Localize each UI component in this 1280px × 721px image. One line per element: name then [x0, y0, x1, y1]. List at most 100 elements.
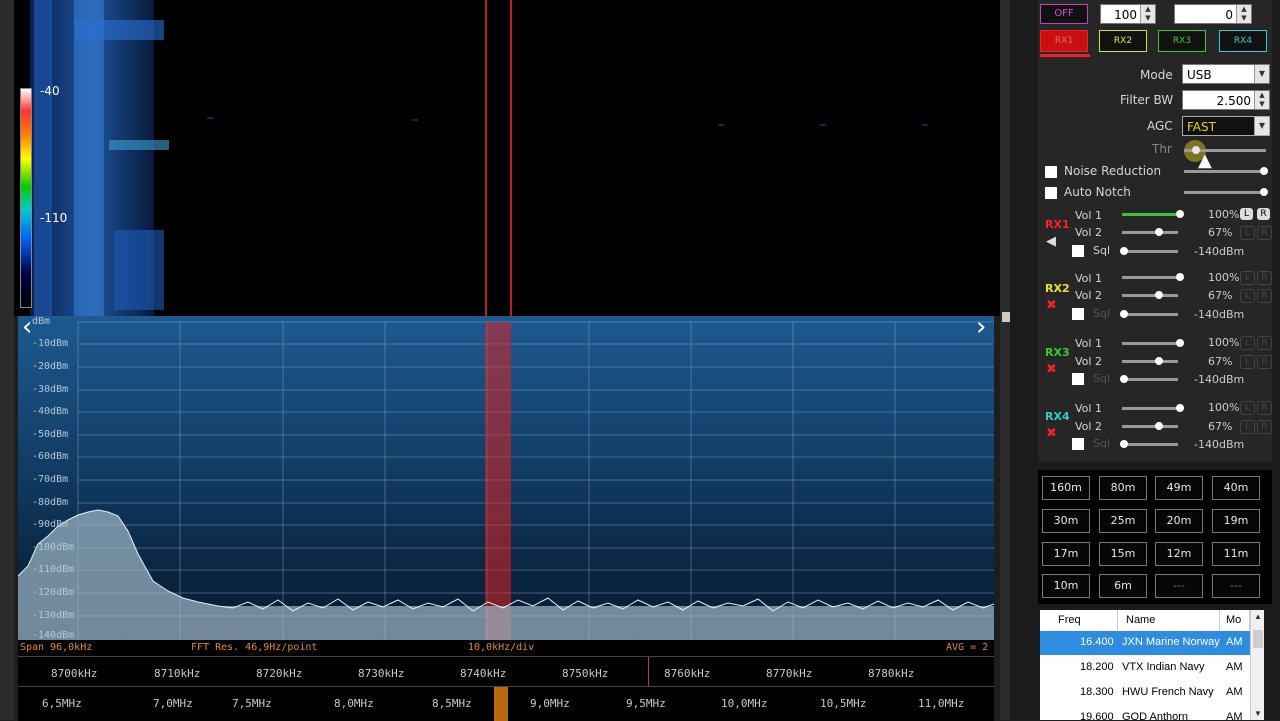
table-row[interactable]: 19.600 GQD Anthorn AM — [1040, 706, 1250, 720]
right-channel-toggle[interactable]: R — [1257, 401, 1272, 415]
band-30m-button[interactable]: 30m — [1042, 509, 1090, 533]
rx1-vol2-slider-knob[interactable] — [1155, 228, 1163, 236]
band-19m-button[interactable]: 19m — [1212, 509, 1260, 533]
rx4-sql-slider-track[interactable] — [1122, 443, 1178, 446]
left-channel-toggle[interactable]: L — [1240, 289, 1255, 303]
rx4-vol1-slider-knob[interactable] — [1176, 404, 1184, 412]
freq-column-header[interactable]: Freq — [1052, 610, 1118, 630]
band-17m-button[interactable]: 17m — [1042, 542, 1090, 566]
value-field-1[interactable]: 100 ▲ ▼ — [1100, 4, 1156, 24]
right-channel-toggle[interactable]: R — [1257, 336, 1272, 350]
filter-bw-field[interactable]: 2.500 ▲ ▼ — [1182, 90, 1270, 110]
rx4-squelch-checkbox[interactable] — [1072, 438, 1084, 450]
splitter-handle[interactable] — [1002, 312, 1010, 322]
band-6m-button[interactable]: 6m — [1099, 574, 1147, 598]
rx3-squelch-checkbox[interactable] — [1072, 373, 1084, 385]
rx2-vol2-slider-track[interactable] — [1122, 294, 1178, 297]
rx4-vol2-slider-track[interactable] — [1122, 425, 1178, 428]
waterfall-display[interactable] — [14, 0, 1000, 316]
left-channel-toggle[interactable]: L — [1240, 226, 1255, 240]
rx3-sql-slider-track[interactable] — [1122, 378, 1178, 381]
auto-notch-slider-knob[interactable] — [1260, 188, 1268, 196]
rx1-vol1-slider-track[interactable] — [1122, 213, 1178, 216]
spin-arrows-icon[interactable]: ▲ ▼ — [1140, 5, 1155, 23]
left-channel-toggle[interactable]: L — [1240, 271, 1255, 285]
right-channel-toggle[interactable]: R — [1257, 289, 1272, 303]
spin-arrows-icon[interactable]: ▲ ▼ — [1254, 91, 1269, 109]
rx4-button[interactable]: RX4 — [1219, 30, 1267, 52]
rx3-sql-slider-knob[interactable] — [1120, 375, 1128, 383]
rx2-vol1-slider-track[interactable] — [1122, 276, 1178, 279]
visible-span-marker[interactable] — [494, 687, 508, 721]
rx1-vol1-slider-knob[interactable] — [1176, 210, 1184, 218]
rx4-vol1-slider-track[interactable] — [1122, 407, 1178, 410]
band-160m-button[interactable]: 160m — [1042, 476, 1090, 500]
table-row[interactable]: 18.300 HWU French Navy AM — [1040, 681, 1250, 705]
agc-select[interactable]: FAST ▼ — [1182, 116, 1270, 136]
band-49m-button[interactable]: 49m — [1155, 476, 1203, 500]
noise-reduction-checkbox[interactable] — [1045, 166, 1057, 178]
band-12m-button[interactable]: 12m — [1155, 542, 1203, 566]
scroll-left-icon[interactable]: ‹ — [22, 316, 32, 342]
noise-reduction-slider-track[interactable] — [1184, 170, 1266, 173]
name-column-header[interactable]: Name — [1120, 610, 1220, 630]
left-channel-toggle[interactable]: L — [1240, 420, 1255, 434]
band-15m-button[interactable]: 15m — [1099, 542, 1147, 566]
rx4-sql-slider-knob[interactable] — [1120, 440, 1128, 448]
off-button[interactable]: OFF — [1040, 4, 1088, 24]
rx3-vol1-slider-knob[interactable] — [1176, 339, 1184, 347]
right-channel-toggle[interactable]: R — [1257, 271, 1272, 285]
mode-column-header[interactable]: Mo — [1220, 610, 1250, 630]
value-field-2[interactable]: 0 ▲ ▼ — [1174, 4, 1252, 24]
noise-reduction-slider-knob[interactable] — [1260, 167, 1268, 175]
rx3-vol2-slider-knob[interactable] — [1155, 357, 1163, 365]
rx2-sql-slider-knob[interactable] — [1120, 310, 1128, 318]
band-40m-button[interactable]: 40m — [1212, 476, 1260, 500]
rx3-vol2-slider-track[interactable] — [1122, 360, 1178, 363]
scroll-up-icon[interactable]: ▲ — [1254, 612, 1262, 621]
band-empty-button[interactable]: --- — [1212, 574, 1260, 598]
right-channel-toggle[interactable]: R — [1257, 420, 1272, 434]
table-row[interactable]: 18.200 VTX Indian Navy AM — [1040, 656, 1250, 680]
band-empty-button[interactable]: --- — [1155, 574, 1203, 598]
coarse-frequency-scale[interactable]: 6,5MHz 7,0MHz 7,5MHz 8,0MHz 8,5MHz 9,0MH… — [18, 686, 994, 721]
fine-frequency-scale[interactable]: 8700kHz 8710kHz 8720kHz 8730kHz 8740kHz … — [18, 656, 994, 687]
band-80m-button[interactable]: 80m — [1099, 476, 1147, 500]
rx1-vol2-slider-track[interactable] — [1122, 231, 1178, 234]
left-channel-toggle[interactable]: L — [1240, 336, 1255, 350]
frequency-list[interactable]: Freq Name Mo 16.400 JXN Marine Norway AM… — [1040, 610, 1264, 720]
rx3-vol1-slider-track[interactable] — [1122, 342, 1178, 345]
rx1-button[interactable]: RX1 — [1040, 30, 1088, 52]
table-row[interactable]: 16.400 JXN Marine Norway AM — [1040, 631, 1250, 655]
auto-notch-checkbox[interactable] — [1045, 187, 1057, 199]
scroll-thumb[interactable] — [1253, 630, 1263, 648]
band-20m-button[interactable]: 20m — [1155, 509, 1203, 533]
scroll-down-icon[interactable]: ▼ — [1254, 709, 1262, 718]
right-channel-toggle[interactable]: R — [1257, 208, 1270, 220]
spectrum-display[interactable]: dBm -10dBm -20dBm -30dBm -40dBm -50dBm -… — [18, 316, 994, 640]
rx1-sql-slider-knob[interactable] — [1120, 247, 1128, 255]
table-scrollbar[interactable]: ▲ ▼ — [1250, 610, 1264, 720]
auto-notch-slider-track[interactable] — [1184, 191, 1266, 194]
left-channel-toggle[interactable]: L — [1240, 355, 1255, 369]
right-channel-toggle[interactable]: R — [1257, 226, 1272, 240]
band-25m-button[interactable]: 25m — [1099, 509, 1147, 533]
rx1-sql-slider-track[interactable] — [1122, 250, 1178, 253]
scroll-right-icon[interactable]: › — [976, 316, 986, 342]
rx2-vol1-slider-knob[interactable] — [1176, 273, 1184, 281]
band-10m-button[interactable]: 10m — [1042, 574, 1090, 598]
muted-speaker-icon[interactable]: ✖ — [1046, 362, 1057, 377]
rx2-vol2-slider-knob[interactable] — [1155, 291, 1163, 299]
muted-speaker-icon[interactable]: ✖ — [1046, 298, 1057, 313]
spin-arrows-icon[interactable]: ▲ ▼ — [1236, 5, 1251, 23]
rx4-vol2-slider-knob[interactable] — [1155, 422, 1163, 430]
rx2-sql-slider-track[interactable] — [1122, 313, 1178, 316]
left-channel-toggle[interactable]: L — [1240, 208, 1253, 220]
left-channel-toggle[interactable]: L — [1240, 401, 1255, 415]
chevron-down-icon[interactable]: ▼ — [1254, 117, 1269, 135]
mode-select[interactable]: USB ▼ — [1182, 64, 1270, 84]
chevron-down-icon[interactable]: ▼ — [1254, 65, 1269, 83]
speaker-icon[interactable]: ◀ — [1046, 234, 1056, 249]
band-11m-button[interactable]: 11m — [1212, 542, 1260, 566]
rx2-squelch-checkbox[interactable] — [1072, 308, 1084, 320]
